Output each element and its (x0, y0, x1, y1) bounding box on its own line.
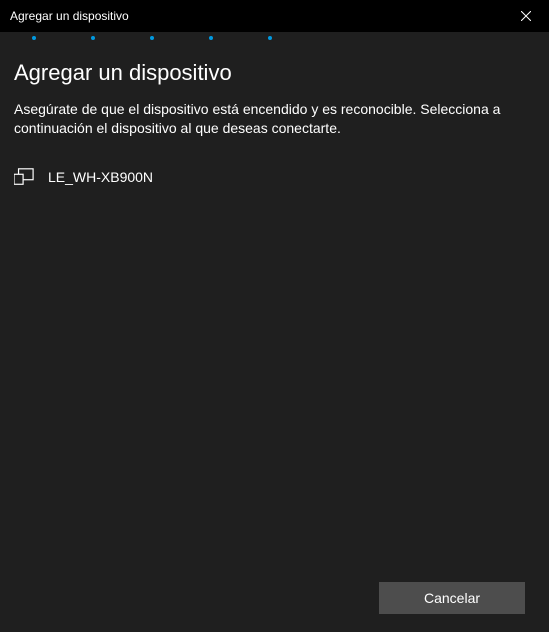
device-item[interactable]: LE_WH-XB900N (14, 162, 535, 192)
titlebar: Agregar un dispositivo (0, 0, 549, 32)
dot (32, 36, 36, 40)
close-icon (521, 11, 531, 21)
device-name: LE_WH-XB900N (48, 169, 153, 185)
close-button[interactable] (503, 0, 549, 32)
footer: Cancelar (379, 582, 525, 614)
instruction-text: Asegúrate de que el dispositivo está enc… (14, 100, 535, 138)
page-title: Agregar un dispositivo (14, 60, 535, 86)
dot (91, 36, 95, 40)
dot (150, 36, 154, 40)
window-title: Agregar un dispositivo (10, 9, 129, 23)
dot (209, 36, 213, 40)
dot (268, 36, 272, 40)
cancel-button[interactable]: Cancelar (379, 582, 525, 614)
content-area: Agregar un dispositivo Asegúrate de que … (0, 42, 549, 192)
device-icon (14, 168, 34, 186)
